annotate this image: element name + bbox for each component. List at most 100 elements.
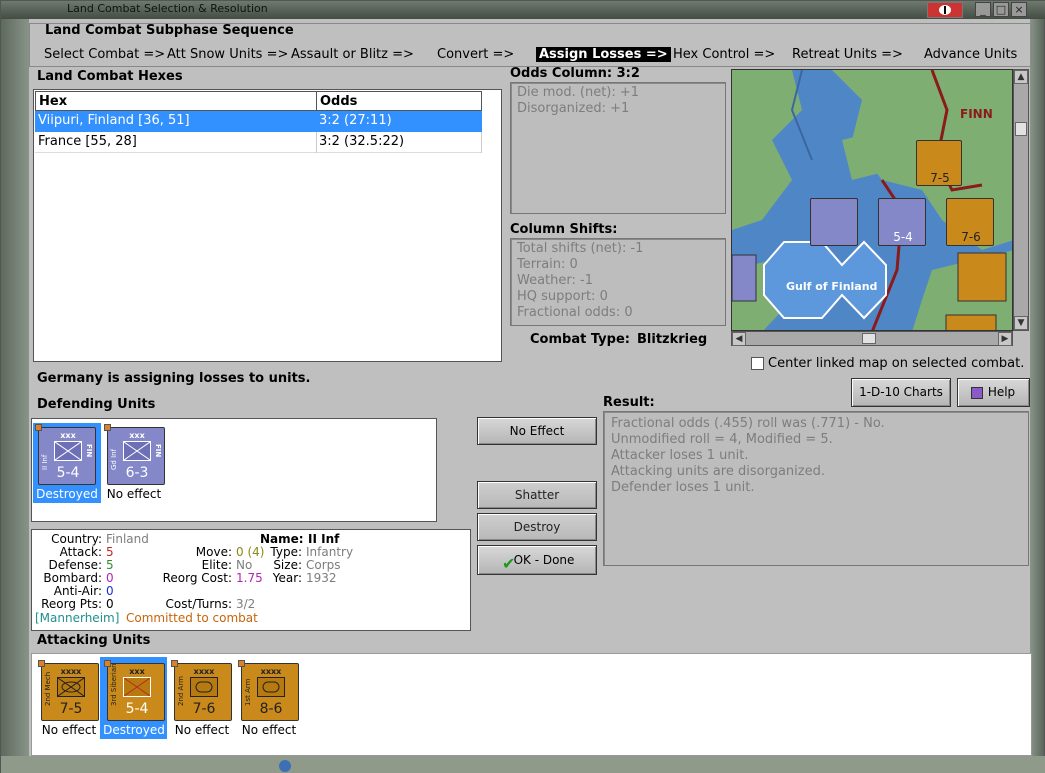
result-line: Attacking units are disorganized. <box>611 464 825 479</box>
bottom-frame <box>1 756 1045 773</box>
hq-support-line: HQ support: 0 <box>517 289 608 304</box>
right-frame <box>1030 19 1044 756</box>
attacking-unit-status: No effect <box>41 723 97 737</box>
phase-step-advance: Advance Units <box>924 47 1018 62</box>
odds-cell: 3:2 (32.5:22) <box>319 134 405 149</box>
hex-column-header[interactable]: Hex <box>35 91 317 111</box>
terrain-line: Terrain: 0 <box>517 257 578 272</box>
map-vertical-scrollbar[interactable]: ▲ ▼ <box>1013 69 1029 331</box>
phase-step-att-snow: Att Snow Units => <box>167 47 289 62</box>
map-marker-icon <box>279 760 291 772</box>
vertical-scroll-thumb[interactable] <box>1015 122 1027 136</box>
phase-step-select-combat: Select Combat => <box>44 47 166 62</box>
hq-value: [Mannerheim] <box>35 611 120 625</box>
unit-size: xxx <box>129 431 145 440</box>
odds-column-header[interactable]: Odds <box>316 91 482 111</box>
shatter-button[interactable]: Shatter <box>477 481 597 509</box>
defending-unit-status: No effect <box>106 487 162 501</box>
total-shifts-line: Total shifts (net): -1 <box>517 241 644 256</box>
map-unit-counter[interactable]: 7-6 <box>946 198 994 246</box>
result-title: Result: <box>603 395 655 410</box>
result-line: Fractional odds (.455) roll was (.771) -… <box>611 416 885 431</box>
map-unit-counter[interactable]: 5-4 <box>878 198 926 246</box>
defending-unit-status: Destroyed <box>35 487 99 501</box>
unit-strength: 5-4 <box>56 465 80 481</box>
unit-info-panel: Country: Finland Attack: 5 Defense: 5 Bo… <box>31 529 471 631</box>
unit-strength: 7-5 <box>59 701 83 717</box>
hex-row[interactable]: France [55, 28] 3:2 (32.5:22) <box>35 132 482 153</box>
unit-marker-icon <box>238 660 245 667</box>
map-horizontal-scrollbar[interactable]: ◀ ▶ <box>731 331 1013 346</box>
year-label: Year: <box>272 571 302 585</box>
reorg-cost-label: Reorg Cost: <box>162 571 232 585</box>
unit-marker-icon <box>35 424 42 431</box>
charts-button[interactable]: 1-D-10 Charts <box>851 378 951 407</box>
no-effect-button[interactable]: No Effect <box>477 417 597 445</box>
scroll-left-icon[interactable]: ◀ <box>732 332 746 346</box>
attacking-unit-counter[interactable]: xxxx 1st Arm 8-6 <box>238 660 299 721</box>
attacking-units-title: Attacking Units <box>37 633 151 648</box>
help-button-label: Help <box>987 385 1016 399</box>
column-shifts-box: Total shifts (net): -1 Terrain: 0 Weathe… <box>510 238 726 326</box>
attacking-unit-status: Destroyed <box>102 723 166 737</box>
cost-turns-label: Cost/Turns: <box>165 597 232 611</box>
close-icon[interactable]: × <box>1011 2 1027 17</box>
ok-done-label: OK - Done <box>513 553 575 567</box>
unit-marker-icon <box>171 660 178 667</box>
defending-units-title: Defending Units <box>37 397 156 412</box>
phase-step-retreat: Retreat Units => <box>792 47 903 62</box>
ok-done-button[interactable]: ✔ OK - Done <box>477 545 597 575</box>
weather-line: Weather: -1 <box>517 273 593 288</box>
result-line: Attacker loses 1 unit. <box>611 448 749 463</box>
center-map-checkbox[interactable] <box>751 357 764 370</box>
map-unit-counter[interactable] <box>810 198 858 246</box>
horizontal-scroll-thumb[interactable] <box>862 333 876 344</box>
committed-status: Committed to combat <box>126 611 258 625</box>
hex-cell: France [55, 28] <box>38 134 137 149</box>
cost-turns-value: 3/2 <box>236 597 256 611</box>
infantry-symbol-icon <box>54 441 82 461</box>
map-unit-counter[interactable]: 7-5 <box>916 140 962 186</box>
land-combat-window: Land Combat Selection & Resolution _ □ ×… <box>0 0 1045 773</box>
phase-sequence-title: Land Combat Subphase Sequence <box>45 23 294 38</box>
odds-details-box: Die mod. (net): +1 Disorganized: +1 <box>510 82 726 214</box>
hexes-table: Hex Odds Viipuri, Finland [36, 51] 3:2 (… <box>33 89 502 362</box>
unit-strength: 6-3 <box>125 465 149 481</box>
unit-size: xxxx <box>193 667 215 676</box>
die-mod-line: Die mod. (net): +1 <box>517 85 640 100</box>
defending-unit-counter[interactable]: xxx Gd Inf FIN 6-3 <box>104 424 165 485</box>
reorg-pts-value: 0 <box>106 597 114 611</box>
help-book-icon <box>971 387 983 399</box>
scroll-right-icon[interactable]: ▶ <box>998 332 1012 346</box>
phase-step-hex-control: Hex Control => <box>673 47 776 62</box>
attacking-unit-status: No effect <box>241 723 297 737</box>
scroll-down-icon[interactable]: ▼ <box>1014 316 1028 330</box>
hex-cell: Viipuri, Finland [36, 51] <box>38 113 190 128</box>
phase-step-assign-losses: Assign Losses => <box>536 47 671 62</box>
unit-nationality: FIN <box>154 444 162 458</box>
nation-flag-icon[interactable] <box>927 2 963 18</box>
unit-marker-icon <box>104 424 111 431</box>
year-value: 1932 <box>306 571 337 585</box>
check-icon: ✔ <box>502 554 516 573</box>
status-message: Germany is assigning losses to units. <box>37 371 311 386</box>
linked-map[interactable]: FINN Gulf of Finland 7-5 5-4 7-6 <box>731 69 1013 331</box>
hex-row[interactable]: Viipuri, Finland [36, 51] 3:2 (27:11) <box>35 111 482 132</box>
attacking-unit-counter[interactable]: xxxx 2nd Mech 7-5 <box>38 660 99 721</box>
defending-unit-counter[interactable]: xxx II Inf FIN 5-4 <box>35 424 96 485</box>
unit-strength: 5-4 <box>125 701 149 717</box>
scroll-up-icon[interactable]: ▲ <box>1014 70 1028 84</box>
armor-symbol-icon <box>190 677 218 697</box>
unit-size: xxxx <box>260 667 282 676</box>
attacking-unit-counter[interactable]: xxx 3rd Siberian 5-4 <box>104 660 165 721</box>
unit-strength: 7-6 <box>192 701 216 717</box>
minimize-icon[interactable]: _ <box>975 2 991 17</box>
disorganized-line: Disorganized: +1 <box>517 101 630 116</box>
odds-column-title: Odds Column: 3:2 <box>510 66 640 81</box>
help-button[interactable]: Help <box>957 378 1030 407</box>
destroy-button[interactable]: Destroy <box>477 513 597 541</box>
attacking-unit-counter[interactable]: xxxx 2nd Arm 7-6 <box>171 660 232 721</box>
phase-step-convert: Convert => <box>437 47 515 62</box>
attacking-unit-status: No effect <box>174 723 230 737</box>
restore-icon[interactable]: □ <box>993 2 1009 17</box>
